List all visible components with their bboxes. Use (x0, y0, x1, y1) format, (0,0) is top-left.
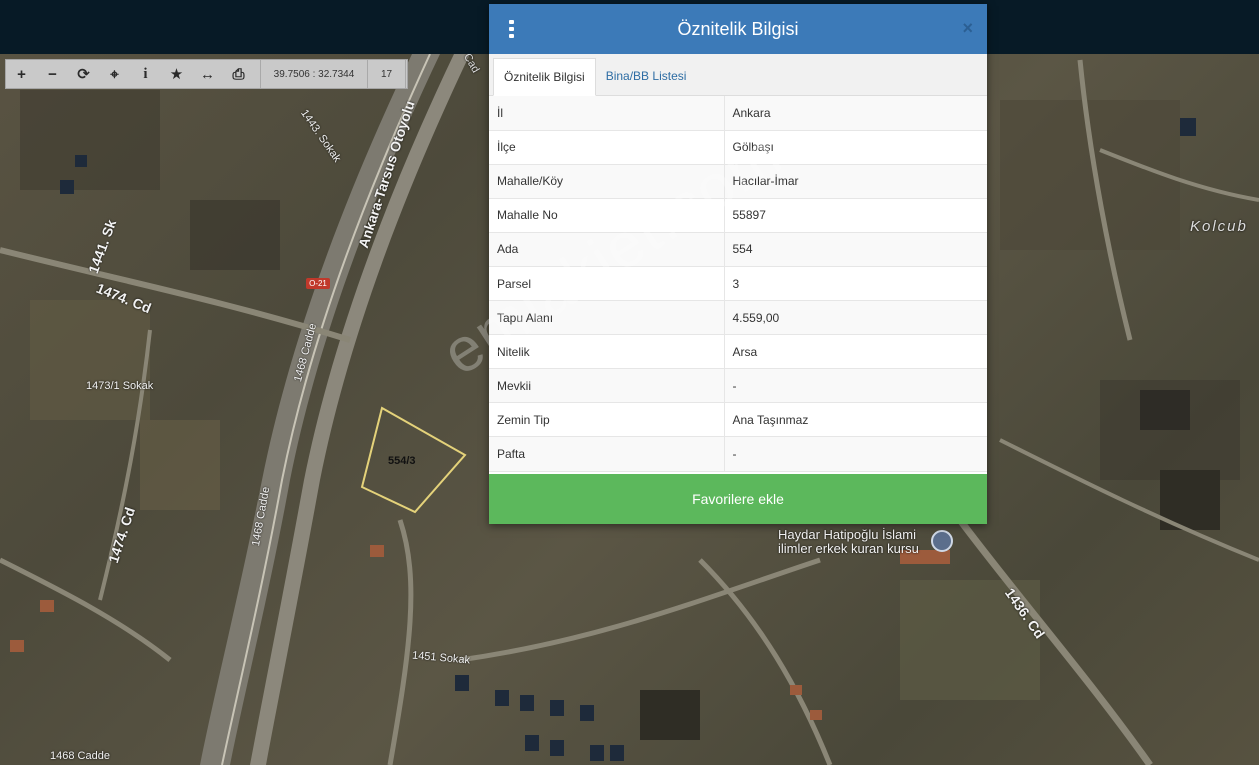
poi-label[interactable]: Haydar Hatipoğlu İslami ilimler erkek ku… (778, 528, 928, 556)
attribute-value: - (724, 436, 987, 472)
attribute-value: Ankara (724, 96, 987, 131)
attribute-value: Ana Taşınmaz (724, 402, 987, 438)
attribute-key: İl (489, 96, 725, 131)
attribute-key: Pafta (489, 436, 725, 472)
road-badge: O-21 (306, 278, 330, 289)
tab-attributes[interactable]: Öznitelik Bilgisi (493, 58, 596, 96)
add-to-favorites-button[interactable]: Favorilere ekle (489, 474, 987, 524)
close-icon[interactable]: × (962, 18, 973, 39)
map-toolbar: + − ⟳ ⌖ i ★ ↔ ⎙ 39.7506 : 32.7344 17 (5, 59, 408, 89)
table-row: İl Ankara (489, 96, 987, 131)
attribute-key: Mevkii (489, 368, 725, 404)
coordinates-readout: 39.7506 : 32.7344 (260, 60, 368, 88)
dialog-header: Öznitelik Bilgisi × (489, 4, 987, 54)
favorite-star-icon[interactable]: ★ (161, 60, 192, 88)
attribute-value: 554 (724, 232, 987, 267)
attribute-key: Zemin Tip (489, 402, 725, 438)
zoom-out-icon[interactable]: − (37, 60, 68, 88)
attribute-key: İlçe (489, 130, 725, 165)
tab-building-list[interactable]: Bina/BB Listesi (596, 57, 697, 95)
kebab-menu-icon[interactable] (509, 20, 515, 38)
attribute-value: - (724, 368, 987, 404)
attribute-value: 55897 (724, 198, 987, 233)
attribute-value: Arsa (724, 334, 987, 370)
parcel-label[interactable]: 554/3 (388, 455, 416, 467)
table-row: Pafta - (489, 436, 987, 472)
refresh-icon[interactable]: ⟳ (68, 60, 99, 88)
attribute-value: 4.559,00 (724, 300, 987, 336)
attribute-value: 3 (724, 266, 987, 302)
mosque-icon[interactable] (931, 530, 953, 552)
dialog-tabs: Öznitelik Bilgisi Bina/BB Listesi (489, 54, 987, 96)
locate-icon[interactable]: ⌖ (99, 60, 130, 88)
street-label: 1468 Cadde (50, 750, 110, 762)
zoom-level: 17 (368, 60, 406, 88)
dialog-title: Öznitelik Bilgisi (677, 18, 799, 39)
table-row: Zemin Tip Ana Taşınmaz (489, 402, 987, 438)
street-label: 1473/1 Sokak (86, 380, 154, 392)
print-icon[interactable]: ⎙ (223, 60, 254, 88)
table-row: Nitelik Arsa (489, 334, 987, 370)
table-row: Mevkii - (489, 368, 987, 404)
zoom-in-icon[interactable]: + (6, 60, 37, 88)
measure-icon[interactable]: ↔ (192, 60, 223, 88)
place-label: Kolcub (1190, 218, 1248, 235)
info-icon[interactable]: i (130, 60, 161, 88)
